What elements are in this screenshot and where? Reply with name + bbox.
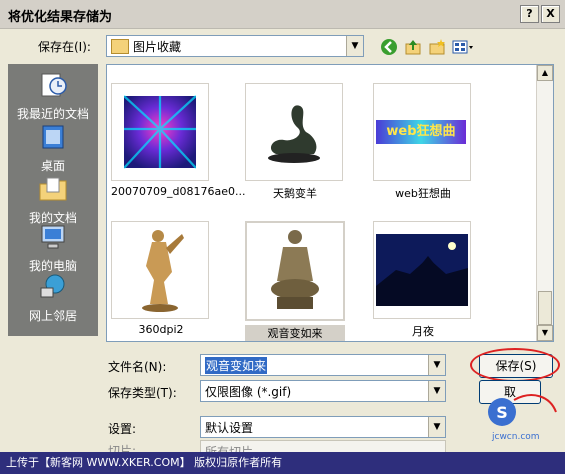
title-bar: 将优化结果存储为 ? X bbox=[0, 0, 565, 29]
place-label: 桌面 bbox=[40, 159, 65, 173]
swan-sculpture-thumbnail-image bbox=[254, 98, 334, 168]
places-bar: 我最近的文档 桌面 我的文档 我的电脑 网上邻居 bbox=[8, 64, 98, 336]
svg-text:S: S bbox=[496, 403, 508, 422]
file-name: 月夜 bbox=[412, 325, 434, 338]
starburst-thumbnail-image bbox=[124, 95, 196, 169]
my-computer-icon bbox=[41, 225, 65, 249]
file-item[interactable]: 月夜 bbox=[373, 221, 473, 339]
file-thumbnail bbox=[245, 83, 343, 181]
file-item[interactable]: 20070709_d08176ae0... bbox=[111, 83, 246, 198]
settings-value: 默认设置 bbox=[205, 421, 254, 435]
place-label: 网上邻居 bbox=[28, 309, 77, 323]
file-thumbnail bbox=[111, 83, 209, 181]
file-list[interactable]: 20070709_d08176ae0... 天鹅变羊 web狂想曲 web狂想曲 bbox=[106, 64, 554, 342]
back-icon[interactable] bbox=[380, 38, 398, 56]
up-folder-icon[interactable] bbox=[404, 38, 422, 56]
window-title: 将优化结果存储为 bbox=[8, 10, 113, 25]
scroll-down-button[interactable]: ▼ bbox=[537, 325, 553, 341]
filename-input[interactable]: 观音变如来 ▼ bbox=[200, 354, 446, 376]
file-name: 360dpi2 bbox=[138, 323, 184, 336]
settings-label: 设置: bbox=[108, 422, 137, 436]
footer-banner: 上传于【新客网 WWW.XKER.COM】 版权归原作者所有 bbox=[0, 452, 565, 474]
chevron-down-icon[interactable]: ▼ bbox=[428, 417, 445, 437]
file-item[interactable]: 360dpi2 bbox=[111, 221, 211, 336]
save-in-dropdown[interactable]: 图片收藏 ▼ bbox=[106, 35, 364, 57]
file-list-scrollbar[interactable]: ▲ ▼ bbox=[536, 65, 553, 341]
place-my-computer[interactable]: 我的电脑 bbox=[8, 222, 98, 274]
folder-icon bbox=[111, 39, 129, 54]
file-thumbnail bbox=[111, 221, 209, 319]
place-my-documents[interactable]: 我的文档 bbox=[8, 174, 98, 226]
place-desktop[interactable]: 桌面 bbox=[8, 122, 98, 174]
place-label: 我最近的文档 bbox=[16, 107, 89, 121]
scroll-thumb[interactable] bbox=[538, 291, 552, 325]
help-button[interactable]: ? bbox=[520, 5, 539, 23]
file-name: web狂想曲 bbox=[395, 187, 451, 200]
save-in-value: 图片收藏 bbox=[133, 40, 182, 54]
file-item[interactable]: 天鹅变羊 bbox=[245, 83, 345, 201]
view-menu-icon[interactable] bbox=[452, 38, 474, 56]
moonlit-night-thumbnail-image bbox=[376, 234, 468, 306]
network-places-icon bbox=[40, 274, 65, 298]
file-item[interactable]: web狂想曲 web狂想曲 bbox=[373, 83, 473, 201]
file-thumbnail bbox=[373, 221, 471, 319]
chevron-down-icon[interactable]: ▼ bbox=[428, 355, 445, 375]
save-type-label: 保存类型(T): bbox=[108, 386, 177, 400]
file-name: 20070709_d08176ae0... bbox=[111, 185, 246, 198]
recent-docs-icon bbox=[41, 73, 67, 97]
new-folder-icon[interactable] bbox=[428, 38, 446, 56]
file-name: 观音变如来 bbox=[245, 325, 345, 341]
scroll-up-button[interactable]: ▲ bbox=[537, 65, 553, 81]
chevron-down-icon[interactable]: ▼ bbox=[428, 381, 445, 401]
filename-label: 文件名(N): bbox=[108, 360, 167, 374]
web-rhapsody-thumbnail-image: web狂想曲 bbox=[376, 120, 466, 144]
chevron-down-icon[interactable]: ▼ bbox=[346, 36, 363, 56]
settings-dropdown[interactable]: 默认设置 ▼ bbox=[200, 416, 446, 438]
filename-value: 观音变如来 bbox=[205, 357, 268, 374]
file-thumbnail bbox=[245, 221, 345, 321]
dancer-sculpture-thumbnail-image bbox=[128, 226, 192, 314]
place-recent[interactable]: 我最近的文档 bbox=[8, 70, 98, 122]
file-thumbnail: web狂想曲 bbox=[373, 83, 471, 181]
my-documents-icon bbox=[39, 177, 67, 201]
close-button[interactable]: X bbox=[541, 5, 560, 23]
save-in-label: 保存在(I): bbox=[38, 40, 91, 54]
place-network[interactable]: 网上邻居 bbox=[8, 272, 98, 324]
file-item-selected[interactable]: 观音变如来 bbox=[245, 221, 345, 341]
save-type-value: 仅限图像 (*.gif) bbox=[205, 385, 292, 399]
desktop-icon bbox=[42, 125, 64, 149]
save-type-dropdown[interactable]: 仅限图像 (*.gif) ▼ bbox=[200, 380, 446, 402]
guanyin-statue-thumbnail-image bbox=[263, 225, 327, 315]
watermark-text: jcwcn.com bbox=[492, 432, 540, 442]
file-name: 天鹅变羊 bbox=[273, 187, 317, 200]
